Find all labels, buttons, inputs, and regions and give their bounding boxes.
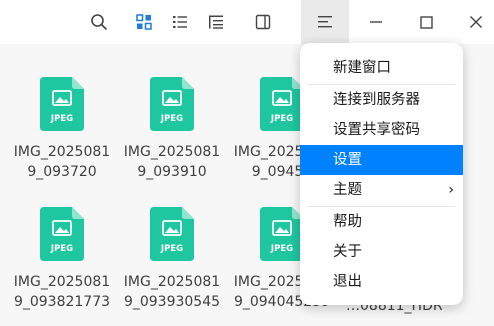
sidebar-toggle-button[interactable] [247, 6, 279, 38]
file-item[interactable]: JPEG IMG_20250819_093930545 [122, 207, 222, 312]
list-view-icon [173, 16, 187, 28]
file-type-badge: JPEG [270, 114, 294, 124]
menu-item-label: 主题 [333, 182, 362, 198]
menu-item-settings[interactable]: 设置 [300, 145, 463, 175]
menu-item-share-password[interactable]: 设置共享密码 [300, 115, 463, 145]
search-icon [91, 14, 107, 30]
menu-item-label: 设置 [333, 152, 362, 168]
menu-item-label: 帮助 [333, 214, 362, 230]
menu-item-theme[interactable]: 主题 › [300, 175, 463, 205]
minimize-icon [370, 21, 382, 23]
tree-view-icon [209, 15, 223, 29]
list-view-button[interactable] [164, 6, 196, 38]
file-type-badge: JPEG [270, 244, 294, 254]
tree-view-button[interactable] [200, 6, 232, 38]
jpeg-file-icon: JPEG [40, 77, 84, 131]
icon-view-icon [136, 14, 152, 30]
menu-item-exit[interactable]: 退出 [300, 267, 463, 297]
file-name: IMG_20250819_093720 [13, 144, 111, 180]
main-menu: 新建窗口 连接到服务器 设置共享密码 设置 主题 › 帮助 关于 退出 [300, 43, 463, 305]
file-type-badge: JPEG [50, 244, 74, 254]
file-item[interactable]: JPEG IMG_20250819_093720 [12, 77, 112, 182]
close-button[interactable] [460, 6, 492, 38]
file-type-badge: JPEG [160, 114, 184, 124]
menu-item-label: 连接到服务器 [333, 92, 420, 108]
file-name: IMG_20250819_093930545 [123, 274, 221, 310]
toolbar [0, 0, 494, 44]
jpeg-file-icon: JPEG [260, 77, 304, 131]
file-item[interactable]: JPEG IMG_20250819_093910 [122, 77, 222, 182]
file-name: IMG_20250819_093910 [123, 144, 221, 180]
jpeg-file-icon: JPEG [150, 77, 194, 131]
main-menu-button[interactable] [301, 0, 349, 44]
menu-item-label: 新建窗口 [333, 60, 391, 76]
jpeg-file-icon: JPEG [40, 207, 84, 261]
file-item[interactable]: JPEG IMG_20250819_093821773 [12, 207, 112, 312]
menu-item-help[interactable]: 帮助 [300, 207, 463, 237]
jpeg-file-icon: JPEG [150, 207, 194, 261]
maximize-icon [419, 15, 433, 29]
maximize-button[interactable] [410, 6, 442, 38]
icon-view-button[interactable] [128, 6, 160, 38]
jpeg-file-icon: JPEG [260, 207, 304, 261]
file-name: IMG_20250819_093821773 [13, 274, 111, 310]
menu-item-label: 关于 [333, 244, 362, 260]
close-icon [470, 16, 482, 28]
chevron-right-icon: › [448, 182, 454, 198]
menu-item-new-window[interactable]: 新建窗口 [300, 53, 463, 83]
file-type-badge: JPEG [160, 244, 184, 254]
sidebar-toggle-icon [255, 14, 271, 30]
menu-item-connect-server[interactable]: 连接到服务器 [300, 85, 463, 115]
menu-item-label: 设置共享密码 [333, 122, 420, 138]
menu-item-label: 退出 [333, 274, 362, 290]
file-type-badge: JPEG [50, 114, 74, 124]
menu-item-about[interactable]: 关于 [300, 237, 463, 267]
menu-icon [318, 16, 332, 28]
search-button[interactable] [83, 6, 115, 38]
minimize-button[interactable] [360, 6, 392, 38]
